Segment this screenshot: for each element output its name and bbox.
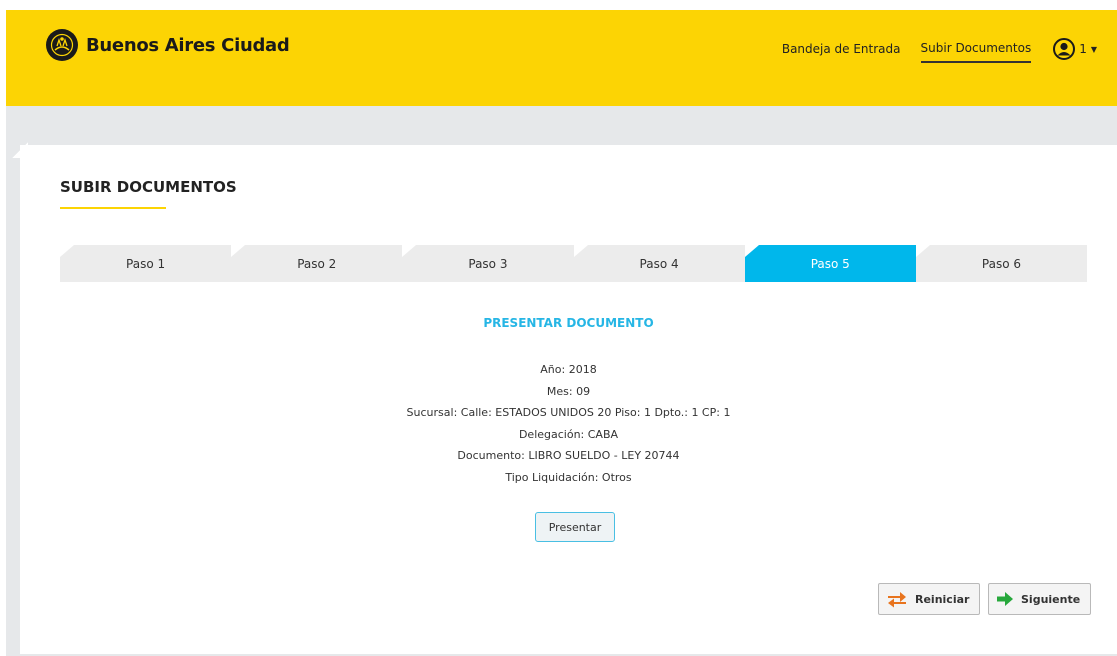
user-menu[interactable]: 1 ▼ bbox=[1053, 38, 1097, 66]
city-emblem-icon bbox=[46, 29, 78, 61]
step-2[interactable]: Paso 2 bbox=[231, 245, 403, 282]
step-1[interactable]: Paso 1 bbox=[60, 245, 232, 282]
nav-subir-documentos[interactable]: Subir Documentos bbox=[920, 41, 1032, 63]
page-title: SUBIR DOCUMENTOS bbox=[60, 178, 237, 196]
page-frame: Buenos Aires Ciudad Bandeja de Entrada S… bbox=[6, 10, 1117, 656]
detail-sucursal: Sucursal: Calle: ESTADOS UNIDOS 20 Piso:… bbox=[406, 406, 731, 419]
document-title: PRESENTAR DOCUMENTO bbox=[483, 316, 654, 330]
user-avatar-icon bbox=[1053, 38, 1076, 60]
detail-delegacion: Delegación: CABA bbox=[518, 427, 619, 441]
title-underline bbox=[60, 207, 166, 209]
swap-arrows-icon bbox=[886, 590, 908, 608]
nav-bandeja-de-entrada[interactable]: Bandeja de Entrada bbox=[782, 42, 901, 62]
detail-tipo-liquidacion: Tipo Liquidación: Otros bbox=[505, 470, 632, 484]
main-card: SUBIR DOCUMENTOS Paso 1 Paso 2 Paso 3 Pa… bbox=[20, 145, 1117, 654]
step-4[interactable]: Paso 4 bbox=[573, 245, 745, 282]
reiniciar-button[interactable]: Reiniciar bbox=[878, 583, 980, 615]
brand-logo[interactable]: Buenos Aires Ciudad bbox=[46, 27, 290, 63]
reiniciar-label: Reiniciar bbox=[915, 592, 970, 606]
siguiente-label: Siguiente bbox=[1021, 592, 1081, 606]
chevron-down-icon: ▼ bbox=[1090, 44, 1097, 54]
detail-documento: Documento: LIBRO SUELDO - LEY 20744 bbox=[457, 449, 680, 462]
header: Buenos Aires Ciudad Bandeja de Entrada S… bbox=[6, 10, 1117, 106]
detail-anio: Año: 2018 bbox=[540, 363, 597, 376]
arrow-right-icon bbox=[996, 591, 1014, 607]
step-5[interactable]: Paso 5 bbox=[744, 245, 916, 282]
user-label: 1 bbox=[1079, 42, 1087, 56]
step-6[interactable]: Paso 6 bbox=[915, 245, 1088, 282]
top-nav: Bandeja de Entrada Subir Documentos 1 ▼ bbox=[782, 38, 1097, 66]
siguiente-button[interactable]: Siguiente bbox=[988, 583, 1091, 615]
detail-mes: Mes: 09 bbox=[546, 384, 591, 398]
document-details: Año: 2018 Mes: 09 Sucursal: Calle: ESTAD… bbox=[20, 359, 1117, 488]
presentar-button[interactable]: Presentar bbox=[535, 512, 615, 542]
step-3[interactable]: Paso 3 bbox=[402, 245, 574, 282]
stepper: Paso 1 Paso 2 Paso 3 Paso 4 Paso 5 Paso … bbox=[60, 245, 1088, 282]
brand-name: Buenos Aires Ciudad bbox=[86, 34, 290, 56]
